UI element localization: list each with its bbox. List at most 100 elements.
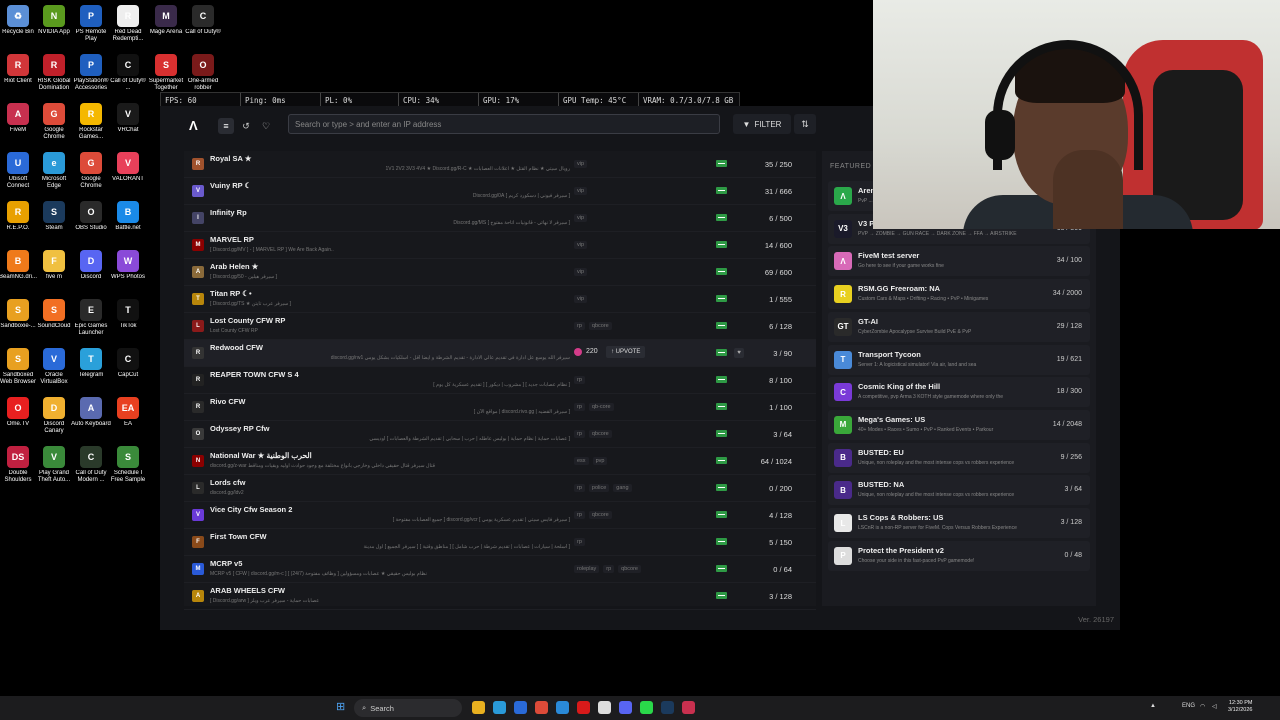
desktop-icon[interactable]: C CapCut	[108, 348, 148, 379]
tray-chevron-icon[interactable]: ▲	[1150, 703, 1156, 709]
upvote-button[interactable]: ↑ UPVOTE	[606, 346, 646, 358]
desktop-icon[interactable]: W WPS Photos	[108, 250, 148, 281]
desktop-icon[interactable]: R RISK Global Domination	[34, 54, 74, 92]
server-tag[interactable]: rp	[574, 538, 585, 546]
desktop-icon[interactable]: A FiveM	[0, 103, 38, 134]
store-icon[interactable]	[514, 701, 527, 714]
list-view-icon[interactable]: ≡	[218, 118, 234, 134]
server-tag[interactable]: qbcore	[588, 322, 612, 330]
server-row[interactable]: R Royal SA ★ رويال سيتي ★ نظام القتل ★ اعل…	[184, 151, 816, 178]
wifi-icon[interactable]: ◠	[1200, 703, 1205, 710]
desktop-icon[interactable]: V Oracle VirtualBox	[34, 348, 74, 386]
desktop-icon[interactable]: EA EA	[108, 397, 148, 428]
server-tag[interactable]: rp	[574, 403, 585, 411]
server-tag[interactable]: qb-core	[588, 403, 614, 411]
desktop-icon[interactable]: V VRChat	[108, 103, 148, 134]
server-row[interactable]: I Infinity Rp [ سيرفر لا نهائي - قانونيات …	[184, 205, 816, 232]
server-tag[interactable]: rp	[603, 565, 615, 573]
server-row[interactable]: L Lost County CFW RP Lost County CFW RP rp q…	[184, 313, 816, 340]
server-row[interactable]: V Vuiny RP ☾ [ سيرفر فيوني | دسكورد كريم ]…	[184, 178, 816, 205]
featured-server-card[interactable]: P Protect the President v2 Choose your sid…	[828, 540, 1090, 571]
vscode-icon[interactable]	[556, 701, 569, 714]
desktop-icon[interactable]: A Auto Keyboard	[71, 397, 111, 428]
desktop-icon[interactable]: P PS Remote Play	[71, 5, 111, 43]
featured-server-card[interactable]: R RSM.GG Freeroam: NA Custom Cars & Maps •…	[828, 279, 1090, 310]
history-icon[interactable]: ↺	[238, 118, 254, 134]
server-tag[interactable]: rp	[574, 511, 585, 519]
server-tag[interactable]: esx	[574, 457, 589, 465]
server-tag[interactable]: qbcore	[588, 511, 612, 519]
featured-server-card[interactable]: L LS Cops & Robbers: US LSCnR is a non-RP …	[828, 508, 1090, 538]
desktop-icon[interactable]: DS Double Shoulders	[0, 446, 38, 484]
desktop-icon[interactable]: M Mage Arena	[146, 5, 186, 36]
server-row[interactable]: N National War ★ الحرب الوطنية discord.gg/…	[184, 448, 816, 475]
server-tag[interactable]: vip	[574, 241, 588, 249]
server-row[interactable]: O Odyssey RP Cfw [ عصابات حماية | نظام حما…	[184, 421, 816, 448]
featured-server-card[interactable]: B BUSTED: EU Unique, non roleplay and the …	[828, 442, 1090, 473]
whatsapp-icon[interactable]	[640, 701, 653, 714]
server-tag[interactable]: rp	[574, 484, 585, 492]
desktop-icon[interactable]: C Call of Duty® ...	[108, 54, 148, 92]
desktop-icon[interactable]: S Schedule I Free Sample	[108, 446, 148, 484]
server-tag[interactable]: gang	[613, 484, 632, 492]
volume-icon[interactable]: ◁	[1212, 703, 1217, 710]
notion-icon[interactable]	[598, 701, 611, 714]
desktop-icon[interactable]: S Sandboxed Web Browser	[0, 348, 38, 386]
desktop-icon[interactable]: D Discord	[71, 250, 111, 281]
server-tag[interactable]: vip	[574, 214, 588, 222]
desktop-icon[interactable]: G Google Chrome	[34, 103, 74, 141]
desktop-icon[interactable]: V VALORANT	[108, 152, 148, 183]
language-indicator[interactable]: ENG	[1182, 703, 1195, 709]
desktop-icon[interactable]: B BeamNG.dri...	[0, 250, 38, 281]
desktop-icon[interactable]: B Battle.net	[108, 201, 148, 232]
desktop-icon[interactable]: T Telegram	[71, 348, 111, 379]
favorites-icon[interactable]: ♡	[258, 118, 274, 134]
desktop-icon[interactable]: S SoundCloud	[34, 299, 74, 330]
server-row[interactable]: F First Town CFW [ أسلحة | سيارات | عصابات…	[184, 529, 816, 556]
desktop-icon[interactable]: O Ome.TV	[0, 397, 38, 428]
taskbar-search[interactable]: ⌕ Search	[354, 699, 462, 717]
featured-server-card[interactable]: C Cosmic King of the Hill A competitive, p…	[828, 377, 1090, 408]
server-row[interactable]: M MCRP v5 MCRP v5 [ CFW | discord.gg/m-c ]…	[184, 556, 816, 583]
filter-button[interactable]: ▼ FILTER	[733, 114, 791, 134]
server-tag[interactable]: vip	[574, 160, 588, 168]
search-input[interactable]: Search or type > and enter an IP address	[288, 114, 720, 134]
server-row[interactable]: L Lords cfw discord.gg/ldv2 rp police gang 0 /…	[184, 475, 816, 502]
server-tag[interactable]: roleplay	[574, 565, 600, 573]
server-row[interactable]: V Vice City Cfw Season 2 [ سيرفر فايس سيتي…	[184, 502, 816, 529]
desktop-icon[interactable]: P PlayStation® Accessories	[71, 54, 111, 92]
desktop-icon[interactable]: R Rockstar Games...	[71, 103, 111, 141]
featured-server-card[interactable]: GT GT-AI CyberZombie Apocalypse Survive Bu…	[828, 311, 1090, 342]
desktop-icon[interactable]: C Call of Duty®	[183, 5, 223, 36]
featured-server-card[interactable]: Λ FiveM test server Go here to see if your…	[828, 246, 1090, 277]
server-row[interactable]: M MARVEL RP [ Discord.gg/MV ] - [ MARVEL R…	[184, 232, 816, 259]
file-explorer-icon[interactable]	[472, 701, 485, 714]
server-row[interactable]: R Redwood CFW سيرفر الله يوسع عل ادارة في …	[184, 340, 816, 367]
server-tag[interactable]: rp	[574, 376, 585, 384]
server-tag[interactable]: pvp	[592, 457, 608, 465]
discord-icon[interactable]	[619, 701, 632, 714]
server-row[interactable]: T Titan RP ☾• [ Discord.gg/TS ★ سيرفر عرب …	[184, 286, 816, 313]
desktop-icon[interactable]: ♻ Recycle Bin	[0, 5, 38, 36]
fivem-icon[interactable]	[682, 701, 695, 714]
favorite-icon[interactable]: ♥	[734, 348, 744, 358]
desktop-icon[interactable]: D Discord Canary	[34, 397, 74, 435]
desktop-icon[interactable]: e Microsoft Edge	[34, 152, 74, 190]
desktop-icon[interactable]: U Ubisoft Connect	[0, 152, 38, 190]
desktop-icon[interactable]: N NVIDIA App	[34, 5, 74, 36]
fivem-logo[interactable]: Λ	[189, 118, 198, 133]
server-tag[interactable]: qbcore	[618, 565, 641, 573]
edge-icon[interactable]	[493, 701, 506, 714]
netflix-icon[interactable]	[577, 701, 590, 714]
server-tag[interactable]: rp	[574, 322, 585, 330]
desktop-icon[interactable]: S Supermarket Together	[146, 54, 186, 92]
desktop-icon[interactable]: Ffive m	[34, 250, 74, 281]
featured-server-card[interactable]: B BUSTED: NA Unique, non roleplay and the …	[828, 475, 1090, 506]
desktop-icon[interactable]: R Red Dead Redempti...	[108, 5, 148, 43]
server-tag[interactable]: police	[588, 484, 610, 492]
desktop-icon[interactable]: O One-armed robber	[183, 54, 223, 92]
steam-icon[interactable]	[661, 701, 674, 714]
server-row[interactable]: R REAPER TOWN CFW S 4 [ نظام عصابات جديد ]…	[184, 367, 816, 394]
featured-server-card[interactable]: T Transport Tycoon Server 1: A logicistica…	[828, 344, 1090, 375]
server-row[interactable]: R Rivo CFW [ سيرفر القضيه | discord.rivo.g…	[184, 394, 816, 421]
